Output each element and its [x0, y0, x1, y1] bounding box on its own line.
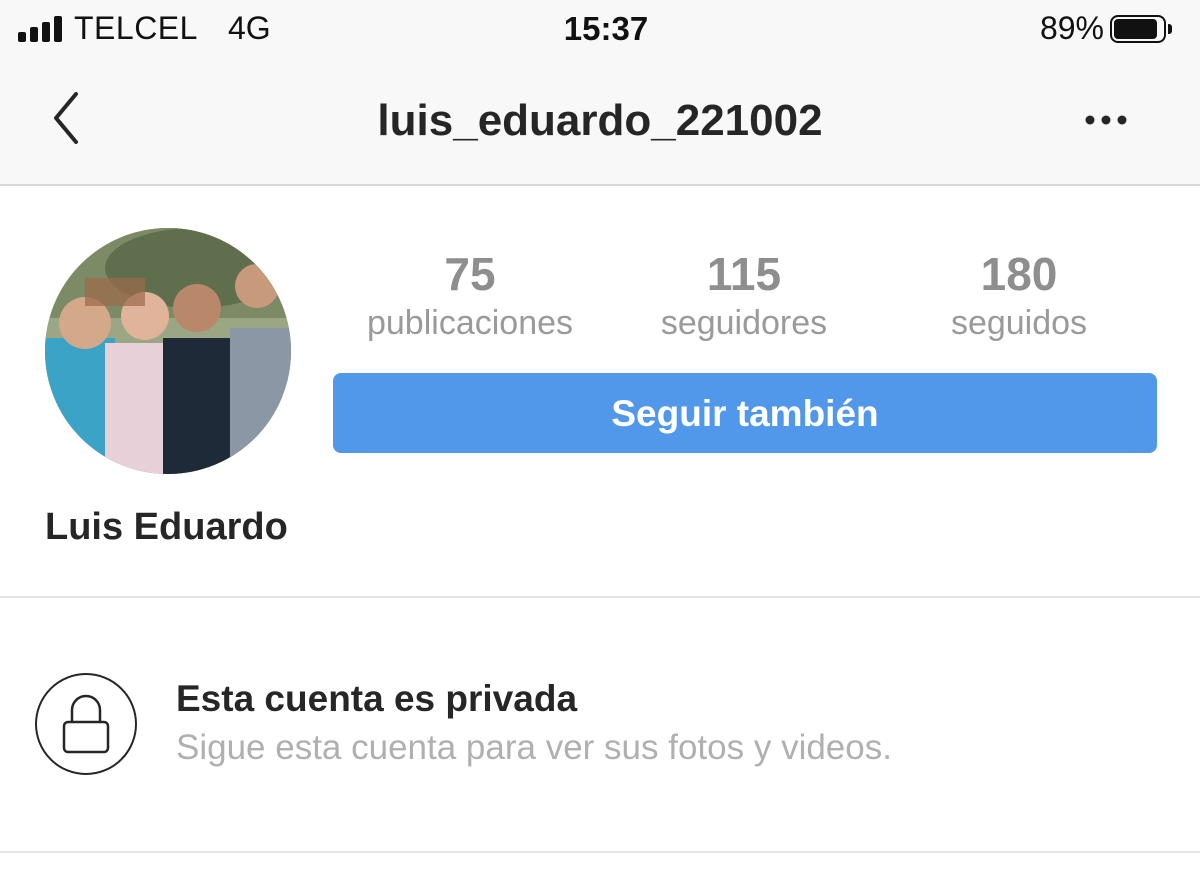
profile-screen: TELCEL 4G 15:37 89% luis_eduardo_221002: [0, 0, 1200, 869]
stat-label: publicaciones: [366, 304, 574, 342]
section-divider: [0, 851, 1200, 853]
stat-value: 180: [980, 248, 1058, 300]
status-bar: TELCEL 4G 15:37 89%: [0, 0, 1200, 62]
stat-label: seguidos: [950, 304, 1088, 342]
stat-posts[interactable]: 75 publicaciones: [333, 246, 607, 344]
status-time: 15:37: [563, 10, 649, 47]
stat-value: 75: [444, 248, 496, 300]
follow-back-button[interactable]: Seguir también: [333, 373, 1157, 453]
private-account-subtitle: Sigue esta cuenta para ver sus fotos y v…: [176, 728, 892, 767]
more-options-button[interactable]: [1080, 102, 1140, 132]
stat-label: seguidores: [660, 304, 828, 342]
profile-username-title: luis_eduardo_221002: [377, 96, 823, 145]
more-horizontal-icon: [1085, 115, 1127, 125]
stat-following[interactable]: 180 seguidos: [881, 246, 1157, 344]
profile-photo: [45, 228, 291, 474]
private-account-title: Esta cuenta es privada: [176, 678, 578, 719]
lock-icon: [34, 672, 138, 776]
navigation-bar: luis_eduardo_221002: [0, 62, 1200, 186]
stat-value: 115: [706, 248, 782, 300]
profile-avatar[interactable]: [45, 228, 291, 474]
battery-icon: [1110, 15, 1174, 45]
section-divider: [0, 596, 1200, 598]
profile-stats: 75 publicaciones 115 seguidores 180 segu…: [333, 246, 1157, 356]
stat-followers[interactable]: 115 seguidores: [607, 246, 881, 344]
profile-display-name: Luis Eduardo: [45, 506, 288, 548]
battery-percentage: 89%: [1039, 10, 1104, 46]
